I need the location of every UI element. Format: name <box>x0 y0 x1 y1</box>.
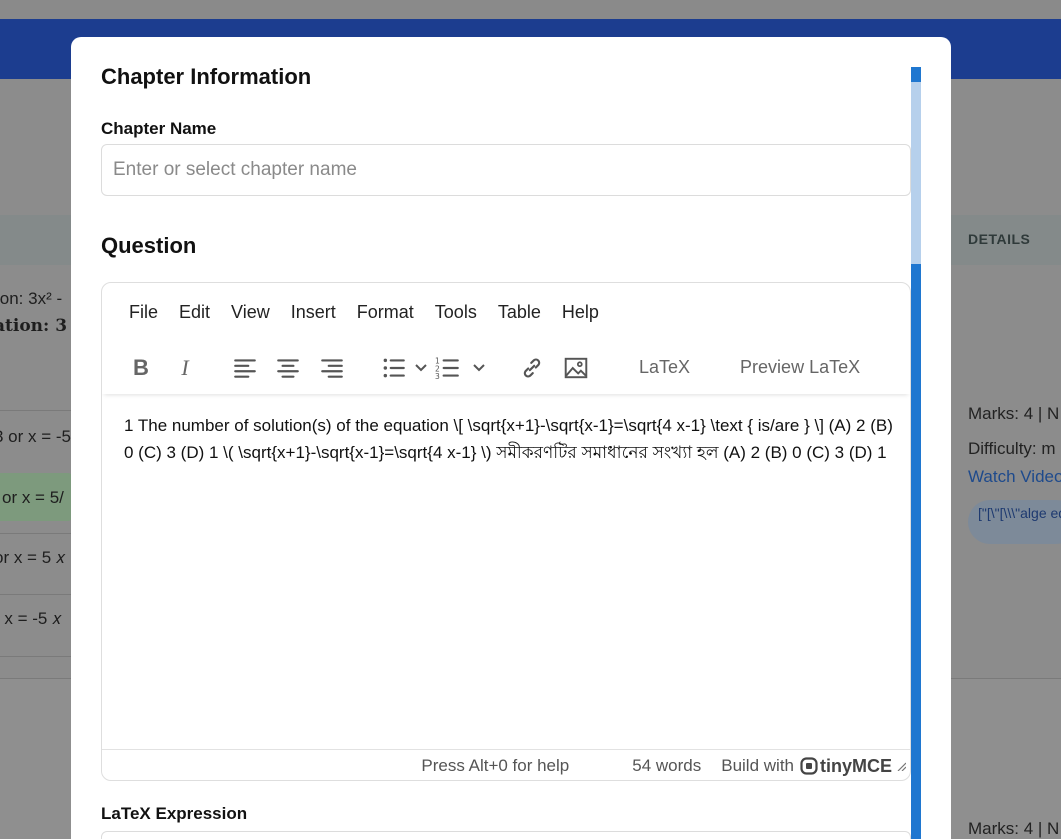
menu-table[interactable]: Table <box>487 298 551 327</box>
word-count[interactable]: 54 words <box>632 756 701 776</box>
background-option: 3 or x = -5 <box>0 427 72 446</box>
insert-image-button[interactable] <box>563 351 589 385</box>
latex-expression-label: LaTeX Expression <box>101 804 248 823</box>
align-right-button[interactable] <box>319 351 345 385</box>
bullet-list-button[interactable] <box>381 351 407 385</box>
chevron-down-icon <box>415 363 427 371</box>
editor-toolbar: B I 123 LaTeX Preview LaTeX <box>102 341 910 394</box>
background-question-fragment: ation: 3 <box>0 316 68 336</box>
background-option: or x = 5 𝑥 <box>0 548 66 567</box>
align-center-button[interactable] <box>275 351 301 385</box>
question-editor: File Edit View Insert Format Tools Table… <box>101 282 911 781</box>
svg-text:3: 3 <box>435 371 440 380</box>
background-marks: Marks: 4 | N <box>968 404 1060 423</box>
latex-expression-input[interactable] <box>101 831 911 839</box>
bullet-list-icon <box>383 358 405 377</box>
preview-latex-button[interactable]: Preview LaTeX <box>740 351 860 385</box>
numbered-list-dropdown[interactable] <box>469 351 489 385</box>
scrollbar-thumb[interactable] <box>911 82 921 264</box>
chapter-modal: Chapter Information Chapter Name Questio… <box>71 37 951 839</box>
numbered-list-icon: 123 <box>435 356 459 380</box>
divider <box>0 533 72 534</box>
chapter-name-label: Chapter Name <box>101 119 217 138</box>
menu-file[interactable]: File <box>118 298 168 327</box>
help-hint: Press Alt+0 for help <box>421 756 570 775</box>
insert-link-button[interactable] <box>519 351 545 385</box>
resize-handle-icon[interactable] <box>896 761 906 771</box>
numbered-list-button[interactable]: 123 <box>435 351 461 385</box>
background-option: r x = -5 𝑥 <box>0 609 62 628</box>
editor-menubar: File Edit View Insert Format Tools Table… <box>102 283 910 341</box>
menu-format[interactable]: Format <box>346 298 424 327</box>
watch-video-link[interactable]: Watch Video <box>968 467 1061 487</box>
latex-button[interactable]: LaTeX <box>639 351 690 385</box>
menu-insert[interactable]: Insert <box>280 298 346 327</box>
menu-tools[interactable]: Tools <box>424 298 487 327</box>
italic-icon: I <box>181 354 189 380</box>
tinymce-logo[interactable]: tinyMCE <box>800 756 892 777</box>
align-center-icon <box>277 358 299 378</box>
divider <box>0 656 72 657</box>
menu-help[interactable]: Help <box>551 298 609 327</box>
modal-title: Chapter Information <box>101 64 312 89</box>
background-question-fragment: ion: 3x² - <box>0 289 63 308</box>
background-option: or x = 5/ <box>2 488 64 507</box>
background-marks: Marks: 4 | N <box>968 819 1060 838</box>
background-top-strip <box>0 0 1061 19</box>
editor-statusbar: Press Alt+0 for help 54 words Build with… <box>102 749 910 780</box>
align-left-button[interactable] <box>232 351 258 385</box>
tinymce-icon <box>800 757 818 775</box>
tinymce-brand: tinyMCE <box>820 755 892 776</box>
link-icon <box>523 358 541 377</box>
bullet-list-dropdown[interactable] <box>411 351 431 385</box>
divider <box>0 594 72 595</box>
bold-button[interactable]: B <box>128 351 154 385</box>
italic-button[interactable]: I <box>172 351 198 385</box>
build-with-label: Build with <box>721 756 794 775</box>
divider <box>0 410 72 411</box>
question-section-title: Question <box>101 233 197 258</box>
bold-icon: B <box>133 354 149 380</box>
modal-scrollbar[interactable] <box>911 67 921 839</box>
build-with: Build with tinyMCE <box>721 756 906 777</box>
chapter-name-input[interactable] <box>101 144 911 196</box>
align-left-icon <box>234 358 256 378</box>
editor-content[interactable]: 1 The number of solution(s) of the equat… <box>124 413 894 466</box>
chevron-down-icon <box>473 363 485 371</box>
image-icon <box>564 357 588 378</box>
background-difficulty: Difficulty: m <box>968 439 1056 458</box>
menu-edit[interactable]: Edit <box>168 298 220 327</box>
details-column-header: DETAILS <box>968 231 1031 247</box>
menu-view[interactable]: View <box>220 298 280 327</box>
background-tag-chip: ["[\"[\\\"alge equations\\\ <box>968 500 1061 544</box>
align-right-icon <box>321 358 343 378</box>
